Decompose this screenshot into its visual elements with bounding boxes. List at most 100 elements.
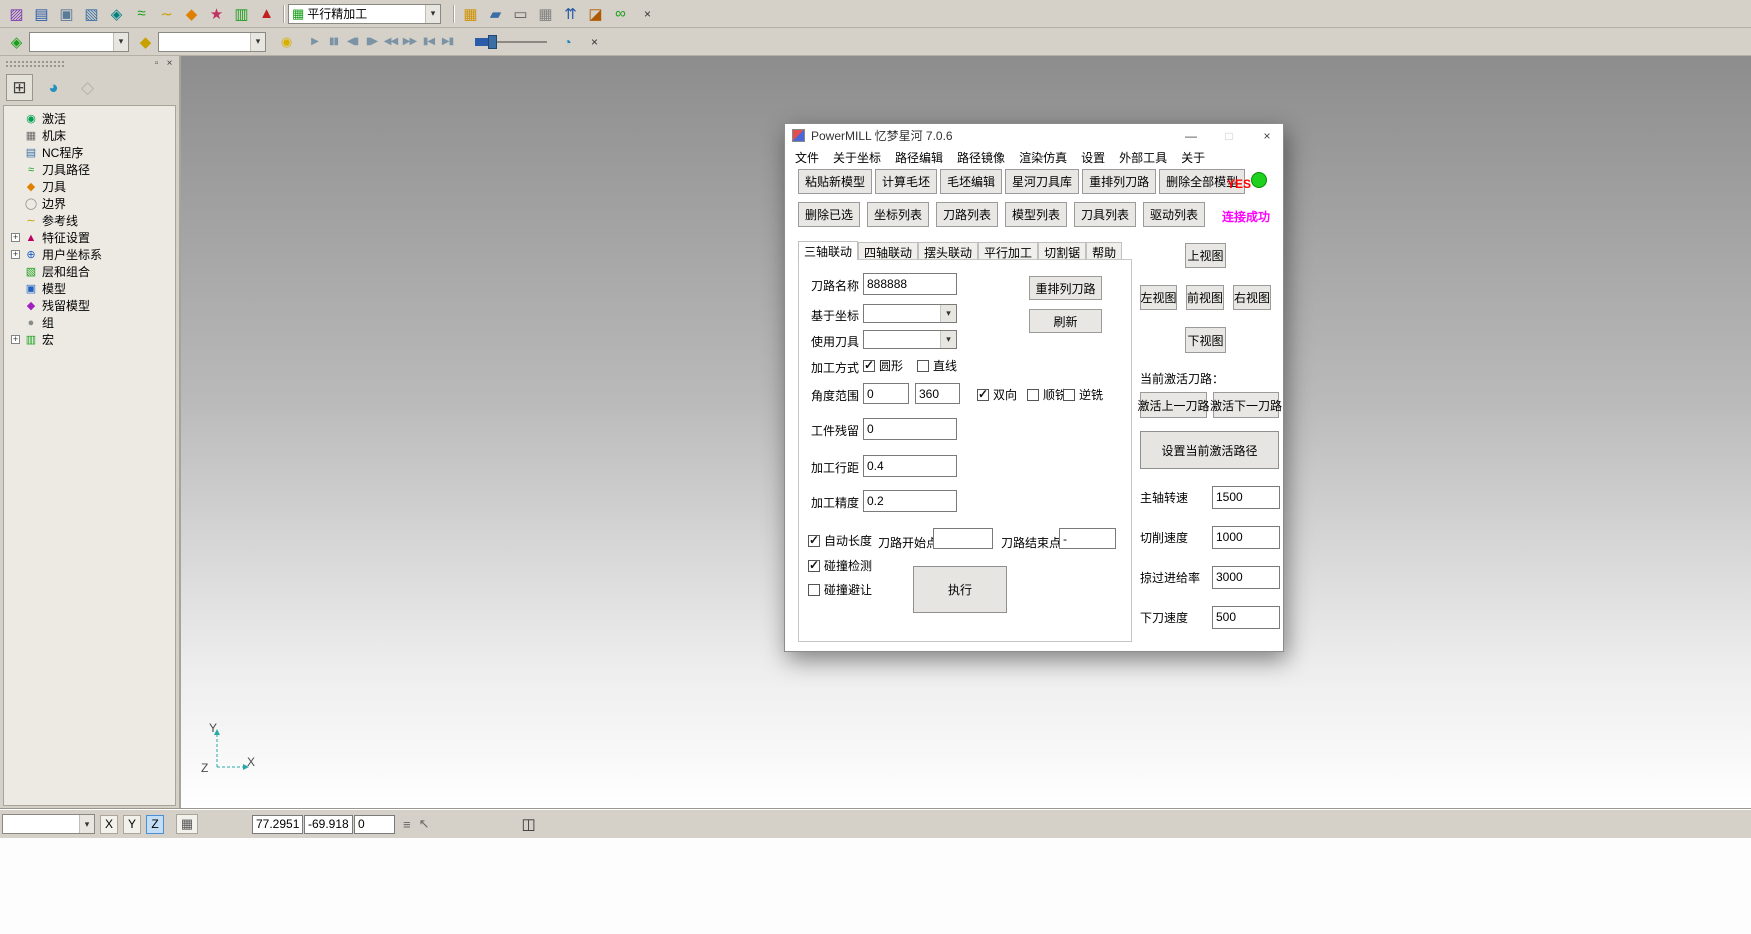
angle-to-input[interactable] bbox=[915, 383, 960, 404]
expander-icon[interactable]: + bbox=[11, 250, 20, 259]
save-icon[interactable]: ▤ bbox=[29, 3, 54, 25]
action-button[interactable]: 刀具列表 bbox=[1074, 202, 1136, 227]
levels-icon[interactable]: ▥ bbox=[229, 3, 254, 25]
action-button[interactable]: 驱动列表 bbox=[1143, 202, 1205, 227]
chevron-down-icon[interactable]: ▾ bbox=[113, 33, 128, 51]
chevron-down-icon[interactable]: ▾ bbox=[940, 305, 956, 322]
clipping-icon[interactable]: ◪ bbox=[583, 3, 608, 25]
drag-grip[interactable] bbox=[6, 61, 64, 67]
axis-x-button[interactable]: X bbox=[100, 815, 118, 834]
climb-checkbox[interactable]: 顺铣 bbox=[1027, 386, 1067, 403]
action-button[interactable]: 模型列表 bbox=[1005, 202, 1067, 227]
tree-item[interactable]: + ▲ 特征设置 bbox=[11, 229, 175, 246]
line-checkbox[interactable]: 直线 bbox=[917, 357, 957, 374]
tree-item[interactable]: ◆ 残留模型 bbox=[11, 297, 175, 314]
tree-item[interactable]: ◯ 边界 bbox=[11, 195, 175, 212]
coordinate-y-input[interactable] bbox=[304, 815, 353, 834]
chevron-down-icon[interactable]: ▾ bbox=[250, 33, 265, 51]
block-icon[interactable]: ▧ bbox=[79, 3, 104, 25]
print-icon[interactable]: ▣ bbox=[54, 3, 79, 25]
simulation-icon[interactable]: ★ bbox=[204, 3, 229, 25]
step-back-button[interactable]: ◀▮ bbox=[343, 31, 362, 53]
pin-icon[interactable]: ▫ bbox=[150, 58, 163, 70]
axis-y-button[interactable]: Y bbox=[123, 815, 141, 834]
menu-item[interactable]: 路径镜像 bbox=[950, 148, 1012, 167]
collision-check-checkbox[interactable]: 碰撞检测 bbox=[808, 557, 872, 574]
panel-dock-header[interactable]: ▫ × bbox=[0, 56, 179, 71]
chevron-down-icon[interactable]: ▾ bbox=[940, 331, 956, 348]
angle-from-input[interactable] bbox=[863, 383, 909, 404]
action-button[interactable]: 星河刀具库 bbox=[1005, 169, 1079, 194]
tree-item[interactable]: ▣ 模型 bbox=[11, 280, 175, 297]
start-point-input[interactable] bbox=[933, 528, 993, 549]
tool-combobox[interactable]: ▾ bbox=[158, 32, 266, 52]
counter-icon[interactable]: ▭ bbox=[508, 3, 533, 25]
tree-item[interactable]: + ▥ 宏 bbox=[11, 331, 175, 348]
menu-item[interactable]: 设置 bbox=[1074, 148, 1112, 167]
toolpath-name-input[interactable] bbox=[863, 273, 957, 295]
tree-item[interactable]: ◆ 刀具 bbox=[11, 178, 175, 195]
tool-combobox[interactable]: ▾ bbox=[863, 330, 957, 349]
dialog-tab[interactable]: 四轴联动 bbox=[858, 242, 918, 260]
bulb-icon[interactable]: ◉ bbox=[274, 31, 299, 53]
dialog-tab[interactable]: 帮助 bbox=[1086, 242, 1122, 260]
coordinate-z-input[interactable] bbox=[354, 815, 395, 834]
toolbar-close-icon[interactable]: × bbox=[639, 5, 656, 22]
action-button[interactable]: 刀路列表 bbox=[936, 202, 998, 227]
circle-checkbox[interactable]: 圆形 bbox=[863, 357, 903, 374]
clock-icon[interactable]: ◔ bbox=[555, 31, 580, 53]
active-strategy-icon[interactable]: ◈ bbox=[4, 31, 29, 53]
dialog-tab[interactable]: 切割锯 bbox=[1038, 242, 1086, 260]
menu-item[interactable]: 路径编辑 bbox=[888, 148, 950, 167]
pattern-icon[interactable]: ∼ bbox=[154, 3, 179, 25]
display-toggle-icon[interactable]: ◫ bbox=[522, 815, 536, 833]
grid-toggle-icon[interactable]: ▦ bbox=[176, 814, 198, 834]
tree-item[interactable]: ▦ 机床 bbox=[11, 127, 175, 144]
menu-item[interactable]: 关于 bbox=[1174, 148, 1212, 167]
action-button[interactable]: 计算毛坯 bbox=[875, 169, 937, 194]
axis-z-button[interactable]: Z bbox=[146, 815, 164, 834]
statistics-icon[interactable]: ▰ bbox=[483, 3, 508, 25]
rewind-button[interactable]: ◀◀ bbox=[381, 31, 400, 53]
pointer-icon[interactable]: ↖ bbox=[419, 816, 430, 832]
search-model-icon[interactable]: ∞ bbox=[608, 3, 633, 25]
refresh-button[interactable]: 刷新 bbox=[1029, 309, 1102, 333]
end-point-input[interactable] bbox=[1059, 528, 1116, 549]
tool-select-icon[interactable]: ◆ bbox=[133, 31, 158, 53]
world-view-icon[interactable]: ◕ bbox=[40, 74, 67, 101]
menu-item[interactable]: 关于坐标 bbox=[826, 148, 888, 167]
play-button[interactable]: ▶ bbox=[305, 31, 324, 53]
go-to-start-button[interactable]: ▮◀ bbox=[419, 31, 438, 53]
tree-item[interactable]: ● 组 bbox=[11, 314, 175, 331]
status-combobox[interactable]: ▾ bbox=[2, 814, 95, 834]
menu-item[interactable]: 渲染仿真 bbox=[1012, 148, 1074, 167]
action-button[interactable]: 坐标列表 bbox=[867, 202, 929, 227]
conventional-checkbox[interactable]: 逆铣 bbox=[1063, 386, 1103, 403]
panel-close-icon[interactable]: × bbox=[163, 58, 176, 70]
tolerance-input[interactable] bbox=[863, 490, 957, 512]
tool-icon[interactable]: ◆ bbox=[179, 3, 204, 25]
fast-forward-button[interactable]: ▶▶ bbox=[400, 31, 419, 53]
strategy-combobox[interactable]: ▦ 平行精加工 ▾ bbox=[288, 4, 441, 24]
action-button[interactable]: 粘贴新模型 bbox=[798, 169, 872, 194]
stock-input[interactable] bbox=[863, 418, 957, 440]
expander-icon[interactable]: + bbox=[11, 233, 20, 242]
stepover-input[interactable] bbox=[863, 455, 957, 477]
toolpath-combobox[interactable]: ▾ bbox=[29, 32, 129, 52]
action-button[interactable]: 删除已选 bbox=[798, 202, 860, 227]
view-left-button[interactable]: 左视图 bbox=[1140, 285, 1177, 310]
simulation-speed-slider[interactable] bbox=[475, 33, 547, 51]
maximize-button[interactable]: □ bbox=[1213, 124, 1245, 147]
toolbar-close-icon[interactable]: × bbox=[586, 33, 603, 50]
execute-button[interactable]: 执行 bbox=[913, 566, 1007, 613]
inactive-icon[interactable]: ◇ bbox=[74, 74, 101, 101]
explorer-tree-icon[interactable]: ⊞ bbox=[6, 74, 33, 101]
tree-item[interactable]: ∼ 参考线 bbox=[11, 212, 175, 229]
rapid-feed-input[interactable] bbox=[1212, 566, 1280, 589]
toolpath-strategy-icon[interactable]: ≈ bbox=[129, 3, 154, 25]
coord-combobox[interactable]: ▾ bbox=[863, 304, 957, 323]
dialog-tab[interactable]: 平行加工 bbox=[978, 242, 1038, 260]
auto-length-checkbox[interactable]: 自动长度 bbox=[808, 532, 872, 549]
tree-item[interactable]: + ⊕ 用户坐标系 bbox=[11, 246, 175, 263]
activate-prev-toolpath-button[interactable]: 激活上一刀路 bbox=[1140, 392, 1207, 418]
